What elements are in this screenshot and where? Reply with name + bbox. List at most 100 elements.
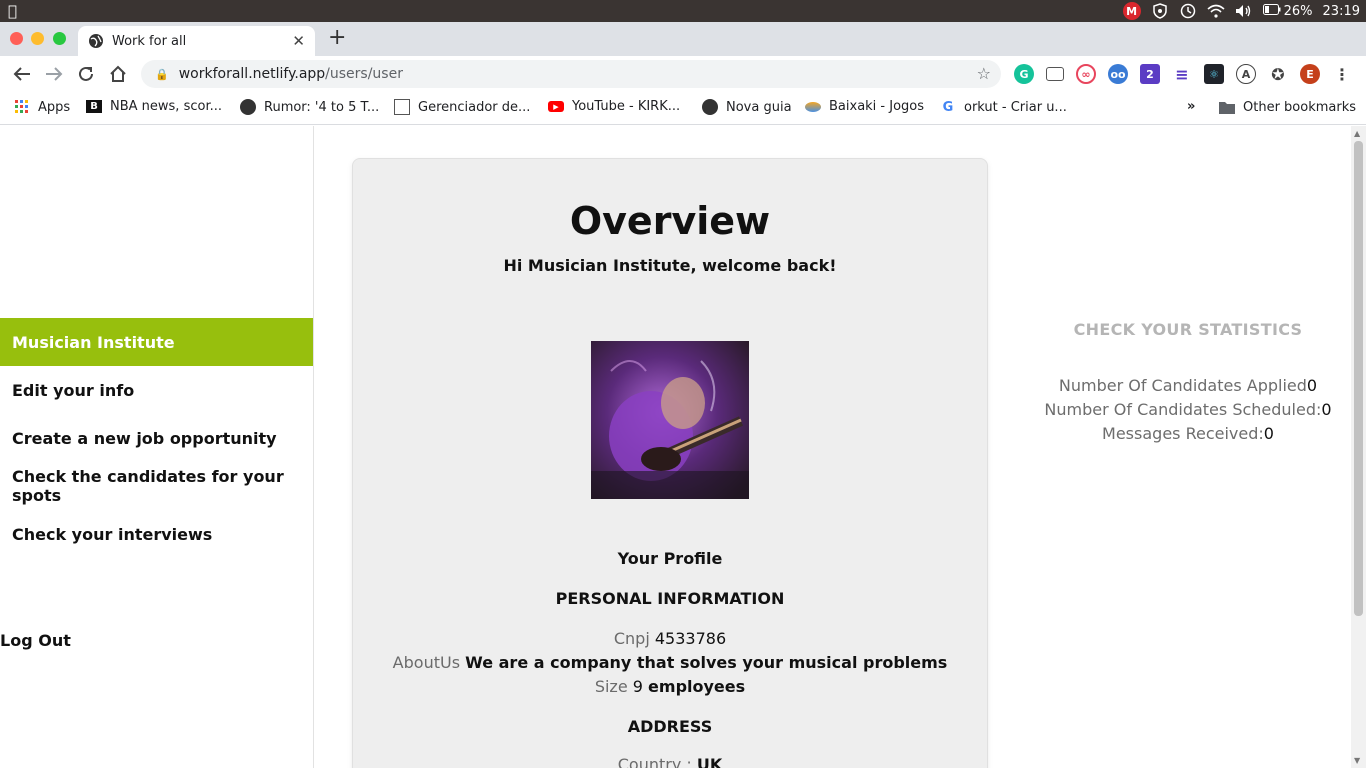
google-icon: G — [942, 99, 954, 115]
react-devtools-icon[interactable]: ⚛ — [1204, 64, 1224, 84]
bookmark-item[interactable]: B NBA news, scor... — [86, 99, 222, 114]
stat-applied-value: 0 — [1306, 376, 1318, 395]
stat-scheduled-value: 0 — [1321, 400, 1332, 419]
personal-info-heading: PERSONAL INFORMATION — [555, 589, 785, 608]
battery-indicator[interactable]: 26% — [1262, 3, 1313, 19]
bookmarks-bar: Apps B NBA news, scor... Rumor: '4 to 5 … — [0, 92, 1366, 125]
shield-icon[interactable] — [1151, 3, 1169, 19]
stat-applied-label: Number Of Candidates Applied — [1058, 376, 1307, 395]
baixaki-icon — [805, 101, 821, 112]
swirl-extension-icon[interactable]: ∞ — [1076, 64, 1096, 84]
sidebar-item-interviews[interactable]: Check your interviews — [0, 510, 313, 558]
address-heading: ADDRESS — [627, 717, 713, 736]
battery-icon — [1262, 3, 1281, 19]
page-scrollbar[interactable]: ▲ ▼ — [1351, 126, 1366, 768]
scroll-up-arrow-icon[interactable]: ▲ — [1354, 129, 1360, 138]
forward-button[interactable] — [43, 63, 65, 85]
other-bookmarks-folder[interactable]: Other bookmarks — [1219, 99, 1356, 115]
time-machine-icon[interactable] — [1179, 3, 1197, 19]
page-title: Overview — [569, 199, 771, 243]
welcome-message: Hi Musician Institute, welcome back! — [503, 256, 837, 275]
size-label: Size — [594, 677, 628, 696]
profile-avatar[interactable]: E — [1300, 64, 1320, 84]
globe-icon — [240, 99, 256, 115]
size-row: Size 9 employees — [353, 677, 987, 696]
owl-extension-icon[interactable]: oo — [1108, 64, 1128, 84]
sidebar-item-check-candidates[interactable]: Check the candidates for your spots — [0, 462, 313, 510]
bookmark-label: YouTube - KIRK... — [572, 99, 681, 114]
bookmark-label: Baixaki - Jogos — [829, 99, 925, 114]
logout-link[interactable]: Log Out — [0, 631, 71, 650]
cube-extension-icon[interactable]: 2 — [1140, 64, 1160, 84]
wifi-icon[interactable] — [1207, 3, 1225, 19]
lines-extension-icon[interactable]: ≡ — [1172, 64, 1192, 84]
address-bar[interactable]: 🔒 workforall.netlify.app/users/user ☆ — [141, 60, 1001, 88]
sidebar-item-create-job[interactable]: Create a new job opportunity — [0, 414, 313, 462]
back-button[interactable] — [11, 63, 33, 85]
bookmark-star-icon[interactable]: ☆ — [977, 64, 991, 83]
bookmark-item[interactable]: Nova guia — [702, 99, 792, 115]
stat-messages-value: 0 — [1263, 424, 1274, 443]
bookmark-item[interactable]: Gerenciador de... — [394, 99, 530, 115]
url-host: workforall.netlify.app — [178, 66, 326, 82]
grammarly-icon[interactable]: G — [1014, 64, 1034, 84]
stat-applied: Number Of Candidates Applied0 — [1040, 376, 1336, 395]
bookmark-item[interactable]: ▶ YouTube - KIRK... — [548, 99, 680, 114]
profile-photo — [591, 341, 749, 499]
about-label: AboutUs — [392, 653, 461, 672]
clock[interactable]: 23:19 — [1323, 4, 1360, 19]
bookmark-item[interactable]: Baixaki - Jogos — [805, 99, 924, 114]
home-button[interactable] — [107, 63, 129, 85]
window-minimize-button[interactable] — [31, 32, 44, 45]
statistics-title: CHECK YOUR STATISTICS — [1073, 320, 1303, 339]
bookmark-label: Apps — [38, 99, 71, 115]
about-value: We are a company that solves your musica… — [465, 653, 948, 672]
sidebar-item-edit-info[interactable]: Edit your info — [0, 366, 313, 414]
bookmark-label: Gerenciador de... — [418, 99, 531, 115]
country-value: UK — [696, 755, 723, 768]
tab-title: Work for all — [112, 33, 187, 49]
profile-heading: Your Profile — [617, 549, 723, 568]
close-tab-icon[interactable]: ✕ — [292, 32, 305, 50]
mega-icon[interactable]: M — [1122, 2, 1141, 20]
apps-grid-icon — [14, 99, 30, 115]
cnpj-label: Cnpj — [613, 629, 650, 648]
folder-icon — [1219, 99, 1235, 115]
bookmark-item[interactable]: G orkut - Criar u... — [940, 99, 1067, 115]
camera-icon[interactable] — [1046, 67, 1064, 81]
bookmarks-overflow-button[interactable]: » — [1187, 99, 1195, 114]
volume-icon[interactable] — [1235, 3, 1253, 19]
menu-kebab-icon[interactable]: ⋮ — [1332, 64, 1352, 84]
stat-scheduled: Number Of Candidates Scheduled:0 — [1040, 400, 1336, 419]
lock-icon[interactable]: 🔒 — [155, 68, 169, 81]
country-label: Country : — [617, 755, 692, 768]
browser-tab[interactable]: Work for all ✕ — [78, 26, 315, 56]
window-close-button[interactable] — [10, 32, 23, 45]
tab-strip: Work for all ✕ + — [0, 22, 1366, 56]
window-zoom-button[interactable] — [53, 32, 66, 45]
system-menu-bar:  M 26% 23:19 — [0, 0, 1366, 22]
sidebar: Musician Institute Edit your info Create… — [0, 126, 314, 768]
bookmark-item[interactable]: Rumor: '4 to 5 T... — [240, 99, 379, 115]
scroll-down-arrow-icon[interactable]: ▼ — [1354, 756, 1360, 765]
photo-manager-icon — [394, 99, 410, 115]
bookmark-item[interactable]: Apps — [14, 99, 70, 115]
cnpj-value: 4533786 — [654, 629, 727, 648]
new-tab-button[interactable]: + — [328, 25, 346, 50]
globe-icon — [88, 33, 104, 49]
stat-messages: Messages Received:0 — [1040, 424, 1336, 443]
youtube-icon: ▶ — [548, 101, 564, 112]
browser-toolbar: 🔒 workforall.netlify.app/users/user ☆ G … — [0, 56, 1366, 92]
system-tray: M 26% 23:19 — [1122, 0, 1360, 22]
reload-button[interactable] — [75, 63, 97, 85]
sidebar-item-company[interactable]: Musician Institute — [0, 318, 313, 366]
translate-extension-icon[interactable]: A — [1236, 64, 1256, 84]
stat-messages-label: Messages Received: — [1102, 424, 1264, 443]
size-unit: employees — [648, 677, 746, 696]
scrollbar-thumb[interactable] — [1354, 141, 1363, 616]
stat-scheduled-label: Number Of Candidates Scheduled: — [1044, 400, 1322, 419]
bookmark-label: orkut - Criar u... — [964, 99, 1067, 115]
bookmark-label: Rumor: '4 to 5 T... — [264, 99, 380, 115]
apple-icon[interactable]:  — [8, 2, 17, 20]
extensions-puzzle-icon[interactable]: ✪ — [1268, 64, 1288, 84]
